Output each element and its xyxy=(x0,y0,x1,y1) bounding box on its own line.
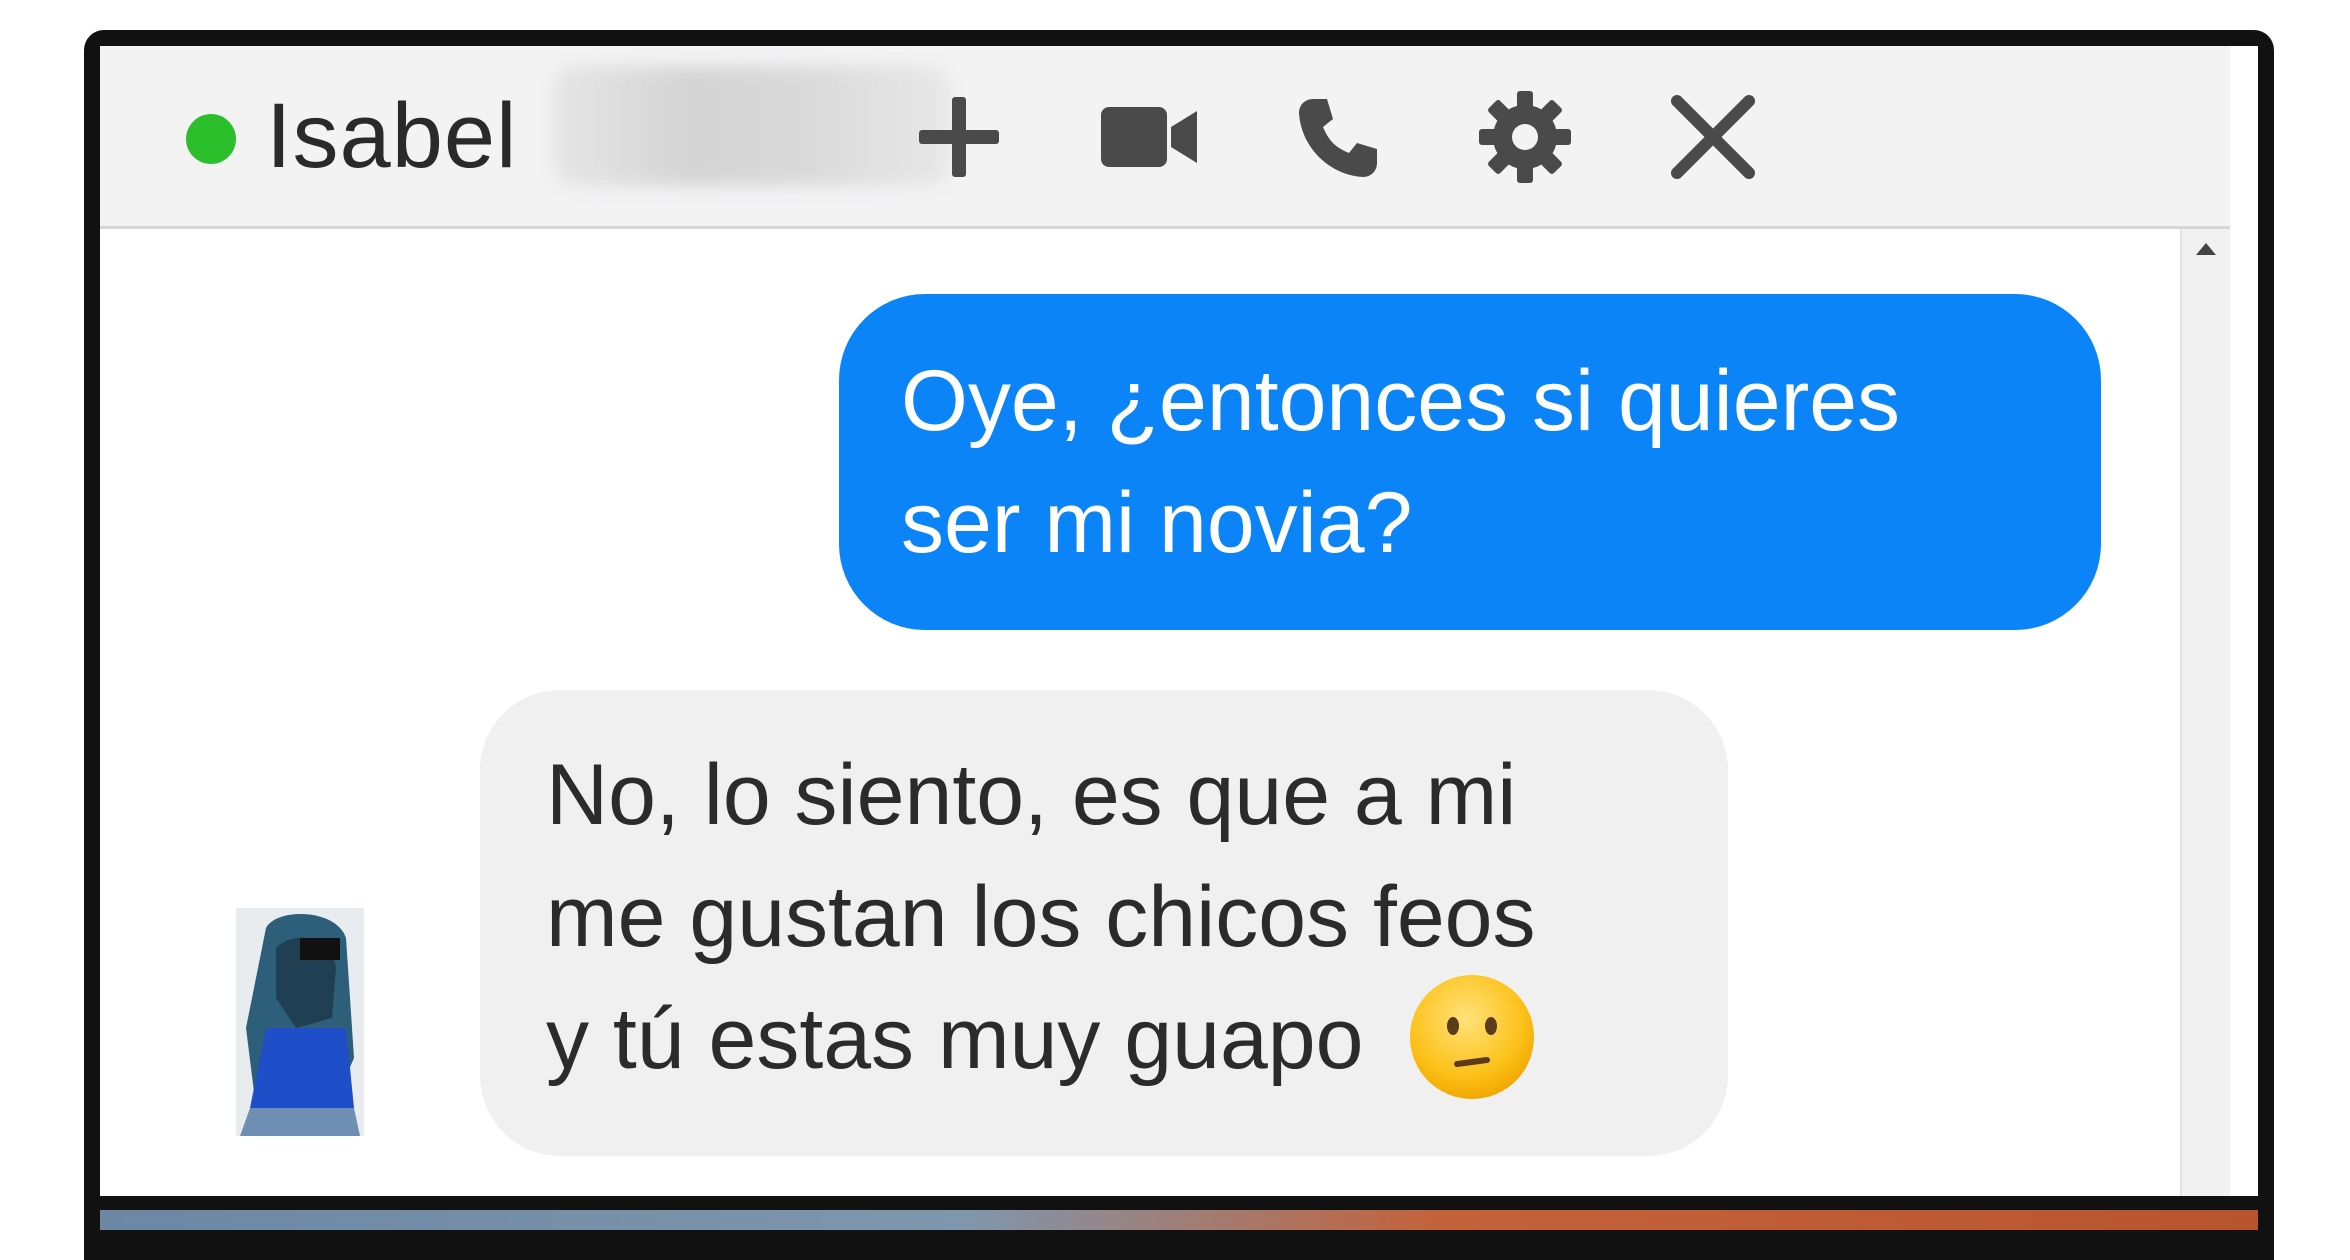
contact-name[interactable]: Isabel xyxy=(266,76,518,196)
scroll-up-arrow-icon[interactable] xyxy=(2196,243,2216,255)
next-image-edge xyxy=(100,1210,2258,1230)
plus-icon xyxy=(919,97,999,177)
message-line: No, lo siento, es que a mi xyxy=(546,747,1517,843)
settings-button[interactable] xyxy=(1470,82,1580,192)
confused-face-icon xyxy=(1410,975,1535,1100)
window-edge xyxy=(2230,46,2258,1196)
chat-header: Isabel xyxy=(100,46,2230,229)
incoming-message: No, lo siento, es que a mi me gustan los… xyxy=(480,690,1728,1156)
voice-call-button[interactable] xyxy=(1282,82,1392,192)
chat-window: Isabel Oye, ¿entonces si quieres ser mi … xyxy=(100,46,2258,1196)
contact-avatar[interactable] xyxy=(236,908,364,1136)
message-line: me gustan los chicos feos xyxy=(546,869,1536,965)
video-call-button[interactable] xyxy=(1094,82,1204,192)
online-status-dot xyxy=(186,114,236,164)
close-icon xyxy=(1671,95,1755,179)
message-scrollbar[interactable] xyxy=(2180,229,2232,1196)
gear-icon xyxy=(1479,91,1571,183)
outgoing-message: Oye, ¿entonces si quieres ser mi novia? xyxy=(839,294,2101,630)
phone-icon xyxy=(1299,99,1377,177)
message-text: y tú estas muy guapo xyxy=(546,991,1364,1087)
redacted-surname xyxy=(552,66,952,186)
avatar-photo-icon xyxy=(236,908,364,1136)
video-camera-icon xyxy=(1101,107,1197,167)
message-line: Oye, ¿entonces si quieres xyxy=(901,353,1901,449)
message-line: ser mi novia? xyxy=(901,475,1413,571)
close-button[interactable] xyxy=(1658,82,1768,192)
add-button[interactable] xyxy=(904,82,1014,192)
message-line: y tú estas muy guapo xyxy=(546,975,1688,1102)
